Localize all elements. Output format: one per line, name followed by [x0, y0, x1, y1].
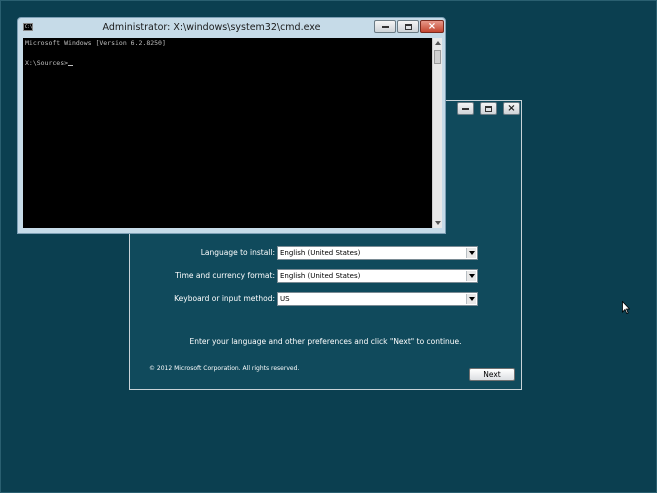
setup-close-button[interactable]: ×: [503, 102, 520, 115]
cmd-maximize-button[interactable]: [397, 20, 419, 33]
language-label: Language to install:: [200, 248, 275, 257]
keyboard-label: Keyboard or input method:: [174, 294, 275, 303]
copyright-notice: © 2012 Microsoft Corporation. All rights…: [149, 365, 300, 372]
close-icon: ×: [507, 102, 516, 114]
mouse-pointer-icon: [622, 301, 630, 314]
console-line-version: Microsoft Windows [Version 6.2.8250]: [25, 39, 166, 47]
cmd-close-button[interactable]: ×: [420, 20, 444, 33]
keyboard-row: Keyboard or input method: US: [130, 292, 523, 306]
maximize-icon: [404, 23, 412, 30]
keyboard-value: US: [280, 295, 290, 303]
cmd-window: C:\ Administrator: X:\windows\system32\c…: [17, 17, 446, 234]
chevron-down-icon[interactable]: [466, 294, 476, 304]
chevron-down-icon[interactable]: [466, 271, 476, 281]
scroll-down-arrow-icon[interactable]: [433, 218, 443, 228]
console-output[interactable]: Microsoft Windows [Version 6.2.8250] X:\…: [23, 38, 432, 228]
minimize-icon: [462, 107, 469, 110]
time-currency-row: Time and currency format: English (Unite…: [130, 269, 523, 283]
console-prompt: X:\Sources>: [25, 59, 69, 67]
chevron-down-icon[interactable]: [466, 248, 476, 258]
language-row: Language to install: English (United Sta…: [130, 246, 523, 260]
time-currency-label: Time and currency format:: [175, 271, 275, 280]
setup-maximize-button[interactable]: [480, 102, 497, 115]
text-cursor: [68, 65, 74, 66]
setup-minimize-button[interactable]: [457, 102, 474, 115]
next-button[interactable]: Next: [469, 368, 515, 381]
cmd-minimize-button[interactable]: [374, 20, 396, 33]
keyboard-select[interactable]: US: [277, 292, 478, 306]
scroll-up-arrow-icon[interactable]: [433, 38, 443, 48]
console-scrollbar[interactable]: [432, 38, 442, 228]
time-currency-select[interactable]: English (United States): [277, 269, 478, 283]
language-value: English (United States): [280, 249, 361, 257]
language-select[interactable]: English (United States): [277, 246, 478, 260]
console-prompt-line: X:\Sources>: [25, 59, 74, 67]
setup-instruction: Enter your language and other preference…: [189, 337, 462, 346]
time-currency-value: English (United States): [280, 272, 361, 280]
close-icon: ×: [427, 20, 437, 32]
scroll-thumb[interactable]: [434, 50, 441, 64]
minimize-icon: [381, 25, 389, 28]
cmd-titlebar[interactable]: C:\ Administrator: X:\windows\system32\c…: [18, 18, 445, 37]
maximize-icon: [485, 105, 492, 112]
